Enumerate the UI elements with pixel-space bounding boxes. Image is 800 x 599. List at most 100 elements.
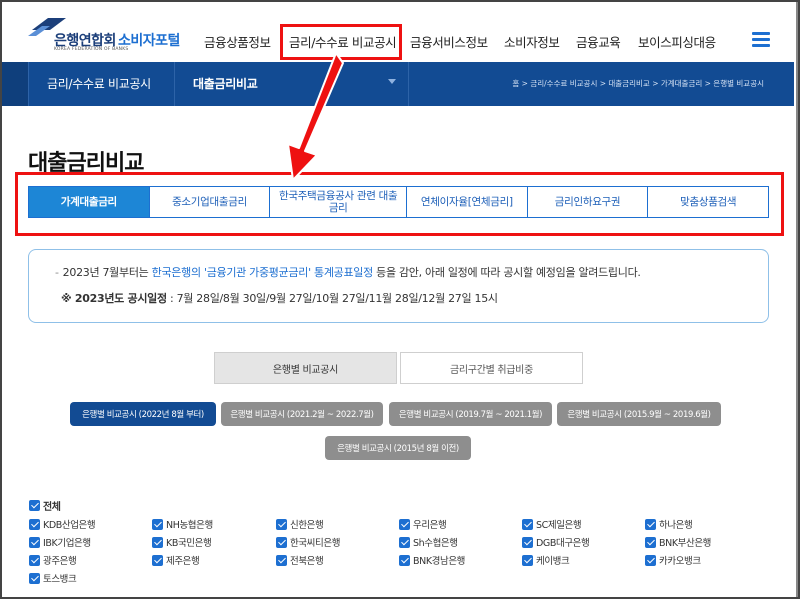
checkbox-checked-icon[interactable] bbox=[645, 554, 656, 566]
check-bank-kb[interactable]: KB국민은행 bbox=[152, 535, 212, 549]
notice-schedule-value: : 7월 28일/8월 30일/9월 27일/10월 27일/11월 28일/1… bbox=[166, 292, 498, 305]
notice-dash: - bbox=[55, 266, 59, 279]
nav-item-consumer-info[interactable]: 소비자정보 bbox=[504, 32, 560, 51]
bank-label: Sh수협은행 bbox=[413, 538, 458, 549]
tab-custom-search[interactable]: 맞춤상품검색 bbox=[647, 187, 769, 217]
tab-rate-cut-right[interactable]: 금리인하요구권 bbox=[526, 187, 648, 217]
nav-item-services[interactable]: 금융서비스정보 bbox=[410, 32, 488, 51]
nav-item-voice-phishing[interactable]: 보이스피싱대응 bbox=[638, 32, 716, 51]
bank-label: 제주은행 bbox=[166, 556, 200, 567]
tab-household-loan[interactable]: 가계대출금리 bbox=[29, 187, 149, 217]
loan-type-tabs: 가계대출금리 중소기업대출금리 한국주택금융공사 관련 대출금리 연체이자율[연… bbox=[28, 186, 769, 218]
bank-label: 광주은행 bbox=[43, 556, 77, 567]
notice-text-c: 등을 감안, 아래 일정에 따라 공시할 예정임을 알려드립니다. bbox=[372, 266, 641, 279]
check-bank-dgb[interactable]: DGB대구은행 bbox=[522, 535, 590, 549]
notice-text-a: 2023년 7월부터는 bbox=[62, 266, 152, 279]
check-bank-jeonbuk[interactable]: 전북은행 bbox=[276, 553, 324, 567]
view-by-rate-band-button[interactable]: 금리구간별 취급비중 bbox=[400, 352, 583, 384]
bank-label: 전북은행 bbox=[290, 556, 324, 567]
check-all[interactable]: 전체 bbox=[29, 498, 61, 513]
checkbox-checked-icon[interactable] bbox=[29, 500, 40, 511]
bank-label: 한국씨티은행 bbox=[290, 538, 341, 549]
bank-label: 토스뱅크 bbox=[43, 574, 77, 585]
sub-nav-divider bbox=[408, 62, 409, 106]
tab-overdue-rate[interactable]: 연체이자율[연체금리] bbox=[406, 187, 527, 217]
check-bank-sh[interactable]: Sh수협은행 bbox=[399, 535, 458, 549]
bank-label: KDB산업은행 bbox=[43, 520, 96, 531]
chevron-down-icon[interactable] bbox=[388, 79, 396, 84]
nav-highlight-box bbox=[280, 24, 402, 60]
checkbox-checked-icon[interactable] bbox=[399, 536, 410, 548]
checkbox-checked-icon[interactable] bbox=[276, 536, 287, 548]
check-bank-citi[interactable]: 한국씨티은행 bbox=[276, 535, 340, 549]
checkbox-checked-icon[interactable] bbox=[645, 536, 656, 548]
bank-label: 우리은행 bbox=[413, 520, 447, 531]
check-bank-nh[interactable]: NH농협은행 bbox=[152, 517, 213, 531]
check-bank-ibk[interactable]: IBK기업은행 bbox=[29, 535, 91, 549]
checkbox-checked-icon[interactable] bbox=[399, 518, 410, 530]
checkbox-checked-icon[interactable] bbox=[152, 536, 163, 548]
bank-label: 하나은행 bbox=[659, 520, 693, 531]
site-header: 은행연합회 KOREA FEDERATION OF BANKS 소비자포털 금융… bbox=[2, 2, 794, 62]
check-bank-jeju[interactable]: 제주은행 bbox=[152, 553, 200, 567]
check-bank-gwangju[interactable]: 광주은행 bbox=[29, 553, 77, 567]
bank-label: IBK기업은행 bbox=[43, 538, 91, 549]
checkbox-checked-icon[interactable] bbox=[276, 518, 287, 530]
window-shadow bbox=[796, 0, 800, 599]
bank-label: 케이뱅크 bbox=[536, 556, 570, 567]
period-button-2022-08[interactable]: 은행별 비교공시 (2022년 8월 부터) bbox=[70, 402, 216, 426]
bank-label: 신한은행 bbox=[290, 520, 324, 531]
bank-label: BNK부산은행 bbox=[659, 538, 712, 549]
notice-schedule-label: ※ 2023년도 공시일정 bbox=[61, 292, 167, 305]
nav-item-products[interactable]: 금융상품정보 bbox=[204, 32, 271, 51]
check-bank-kakao[interactable]: 카카오뱅크 bbox=[645, 553, 701, 567]
sub-nav-menu1[interactable]: 금리/수수료 비교공시 bbox=[28, 62, 174, 106]
bank-label: DGB대구은행 bbox=[536, 538, 590, 549]
check-bank-toss[interactable]: 토스뱅크 bbox=[29, 571, 77, 585]
notice-line-2: ※ 2023년도 공시일정 : 7월 28일/8월 30일/9월 27일/10월… bbox=[61, 290, 498, 306]
checkbox-checked-icon[interactable] bbox=[522, 554, 533, 566]
notice-schedule-link[interactable]: 한국은행의 '금융기관 가중평균금리' 통계공표일정 bbox=[152, 266, 374, 279]
bank-label: BNK경남은행 bbox=[413, 556, 466, 567]
logo-portal-text: 소비자포털 bbox=[118, 33, 180, 49]
site-logo[interactable]: 은행연합회 KOREA FEDERATION OF BANKS 소비자포털 bbox=[28, 14, 198, 54]
checkbox-checked-icon[interactable] bbox=[29, 518, 40, 530]
check-bank-bnk-busan[interactable]: BNK부산은행 bbox=[645, 535, 711, 549]
notice-line-1: -2023년 7월부터는 한국은행의 '금융기관 가중평균금리' 통계공표일정 … bbox=[55, 264, 641, 280]
period-button-2021-2022[interactable]: 은행별 비교공시 (2021.2월 ~ 2022.7월) bbox=[221, 402, 383, 426]
checkbox-checked-icon[interactable] bbox=[645, 518, 656, 530]
check-bank-bnk-gyeongnam[interactable]: BNK경남은행 bbox=[399, 553, 465, 567]
checkbox-checked-icon[interactable] bbox=[29, 536, 40, 548]
tab-sme-loan[interactable]: 중소기업대출금리 bbox=[148, 187, 270, 217]
sub-nav-menu2[interactable]: 대출금리비교 bbox=[174, 62, 408, 106]
check-bank-sc[interactable]: SC제일은행 bbox=[522, 517, 582, 531]
check-bank-hana[interactable]: 하나은행 bbox=[645, 517, 693, 531]
checkbox-checked-icon[interactable] bbox=[399, 554, 410, 566]
home-button[interactable] bbox=[2, 62, 28, 106]
check-bank-kbank[interactable]: 케이뱅크 bbox=[522, 553, 570, 567]
hamburger-menu-icon[interactable] bbox=[752, 32, 770, 48]
period-button-2015-2019[interactable]: 은행별 비교공시 (2015.9월 ~ 2019.6월) bbox=[557, 402, 721, 426]
bank-label: 카카오뱅크 bbox=[659, 556, 701, 567]
breadcrumb: 홈 > 금리/수수료 비교공시 > 대출금리비교 > 가계대출금리 > 은행별 … bbox=[512, 79, 764, 88]
checkbox-checked-icon[interactable] bbox=[29, 572, 40, 584]
check-all-label: 전체 bbox=[43, 502, 61, 513]
check-bank-kdb[interactable]: KDB산업은행 bbox=[29, 517, 96, 531]
checkbox-checked-icon[interactable] bbox=[276, 554, 287, 566]
checkbox-checked-icon[interactable] bbox=[522, 536, 533, 548]
notice-box: -2023년 7월부터는 한국은행의 '금융기관 가중평균금리' 통계공표일정 … bbox=[28, 249, 769, 323]
check-bank-woori[interactable]: 우리은행 bbox=[399, 517, 447, 531]
view-by-bank-button[interactable]: 은행별 비교공시 bbox=[214, 352, 397, 384]
checkbox-checked-icon[interactable] bbox=[522, 518, 533, 530]
bank-label: KB국민은행 bbox=[166, 538, 212, 549]
checkbox-checked-icon[interactable] bbox=[29, 554, 40, 566]
checkbox-checked-icon[interactable] bbox=[152, 518, 163, 530]
check-bank-shinhan[interactable]: 신한은행 bbox=[276, 517, 324, 531]
checkbox-checked-icon[interactable] bbox=[152, 554, 163, 566]
tab-housing-finance-loan[interactable]: 한국주택금융공사 관련 대출금리 bbox=[269, 187, 407, 217]
period-button-before-2015[interactable]: 은행별 비교공시 (2015년 8월 이전) bbox=[325, 436, 471, 460]
bank-label: SC제일은행 bbox=[536, 520, 582, 531]
nav-item-education[interactable]: 금융교육 bbox=[576, 32, 621, 51]
bank-label: NH농협은행 bbox=[166, 520, 213, 531]
period-button-2019-2021[interactable]: 은행별 비교공시 (2019.7월 ~ 2021.1월) bbox=[389, 402, 552, 426]
